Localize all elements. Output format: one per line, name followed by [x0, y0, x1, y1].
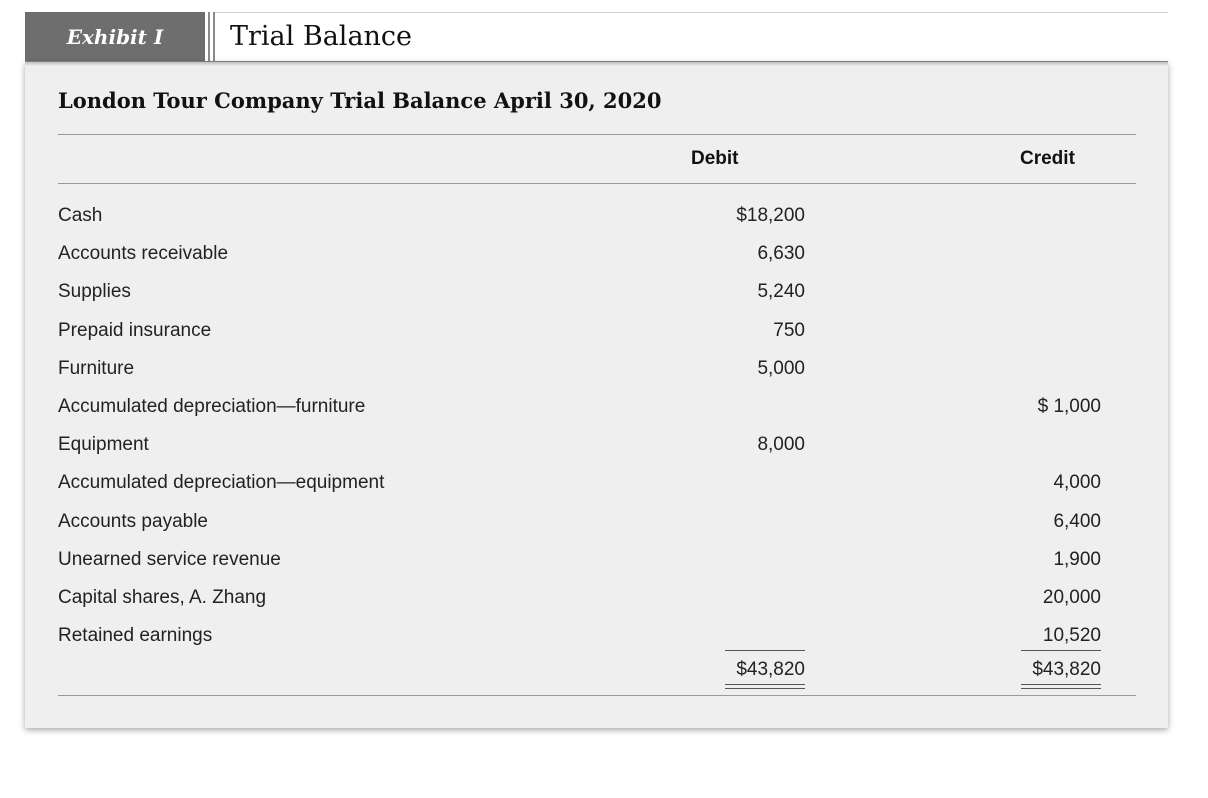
credit-amount: 1,900	[1053, 548, 1101, 570]
debit-amount: 5,000	[757, 357, 805, 379]
header-top-rule	[215, 12, 1168, 13]
credit-amount: 6,400	[1053, 510, 1101, 532]
account-name: Accumulated depreciation—furniture	[58, 396, 366, 417]
exhibit-label: Exhibit I	[25, 12, 205, 62]
totals-row: $43,820 $43,820	[58, 650, 1136, 690]
table-row: Furniture 5,000	[58, 350, 1136, 388]
header-divider	[213, 12, 215, 62]
table-row: Accounts payable 6,400	[58, 503, 1136, 541]
header-divider	[208, 12, 210, 62]
account-name: Accounts receivable	[58, 243, 229, 265]
debit-amount: $18,200	[736, 205, 805, 226]
debit-amount: 6,630	[757, 243, 805, 265]
table-row: Accumulated depreciation—equipment 4,000	[58, 464, 1136, 502]
bottom-rule	[58, 695, 1136, 696]
exhibit-title: Trial Balance	[230, 21, 413, 52]
trial-balance-panel: London Tour Company Trial Balance April …	[25, 62, 1168, 728]
account-name: Retained earnings	[58, 625, 213, 647]
total-credit: $43,820	[1021, 650, 1101, 681]
total-debit: $43,820	[725, 650, 805, 681]
credit-column-header: Credit	[1020, 148, 1075, 169]
column-header-rule	[58, 183, 1136, 184]
account-name: Prepaid insurance	[58, 319, 212, 341]
table-title: London Tour Company Trial Balance April …	[58, 88, 662, 113]
account-name: Furniture	[58, 357, 135, 379]
panel-shadow	[25, 62, 1168, 66]
table-row: Cash $18,200	[58, 197, 1136, 235]
table-row: Prepaid insurance 750	[58, 312, 1136, 350]
header-rule	[58, 134, 1136, 135]
account-name: Supplies	[58, 281, 131, 303]
table-row: Accounts receivable 6,630	[58, 235, 1136, 273]
double-underline	[1021, 684, 1101, 689]
table-row: Accumulated depreciation—furniture $ 1,00…	[58, 388, 1136, 426]
debit-amount: 5,240	[757, 281, 805, 303]
account-name: Accounts payable	[58, 510, 208, 532]
account-name: Equipment	[58, 434, 149, 456]
double-underline	[725, 684, 805, 689]
credit-amount: $ 1,000	[1037, 396, 1101, 417]
credit-amount: 20,000	[1042, 587, 1101, 608]
table-row: Supplies 5,240	[58, 273, 1136, 311]
exhibit-header: Exhibit I Trial Balance	[25, 12, 1168, 63]
debit-amount: 8,000	[757, 434, 805, 456]
account-name: Capital shares, A. Zhang	[58, 587, 267, 608]
credit-amount: 10,520	[1042, 625, 1101, 647]
account-name: Cash	[58, 205, 103, 226]
debit-column-header: Debit	[691, 148, 739, 169]
table-row: Equipment 8,000	[58, 426, 1136, 464]
debit-amount: 750	[773, 319, 805, 341]
account-name: Accumulated depreciation—equipment	[58, 472, 385, 494]
table-row: Capital shares, A. Zhang 20,000	[58, 579, 1136, 617]
table-row: Unearned service revenue 1,900	[58, 541, 1136, 579]
account-name: Unearned service revenue	[58, 548, 281, 570]
credit-amount: 4,000	[1053, 472, 1101, 494]
